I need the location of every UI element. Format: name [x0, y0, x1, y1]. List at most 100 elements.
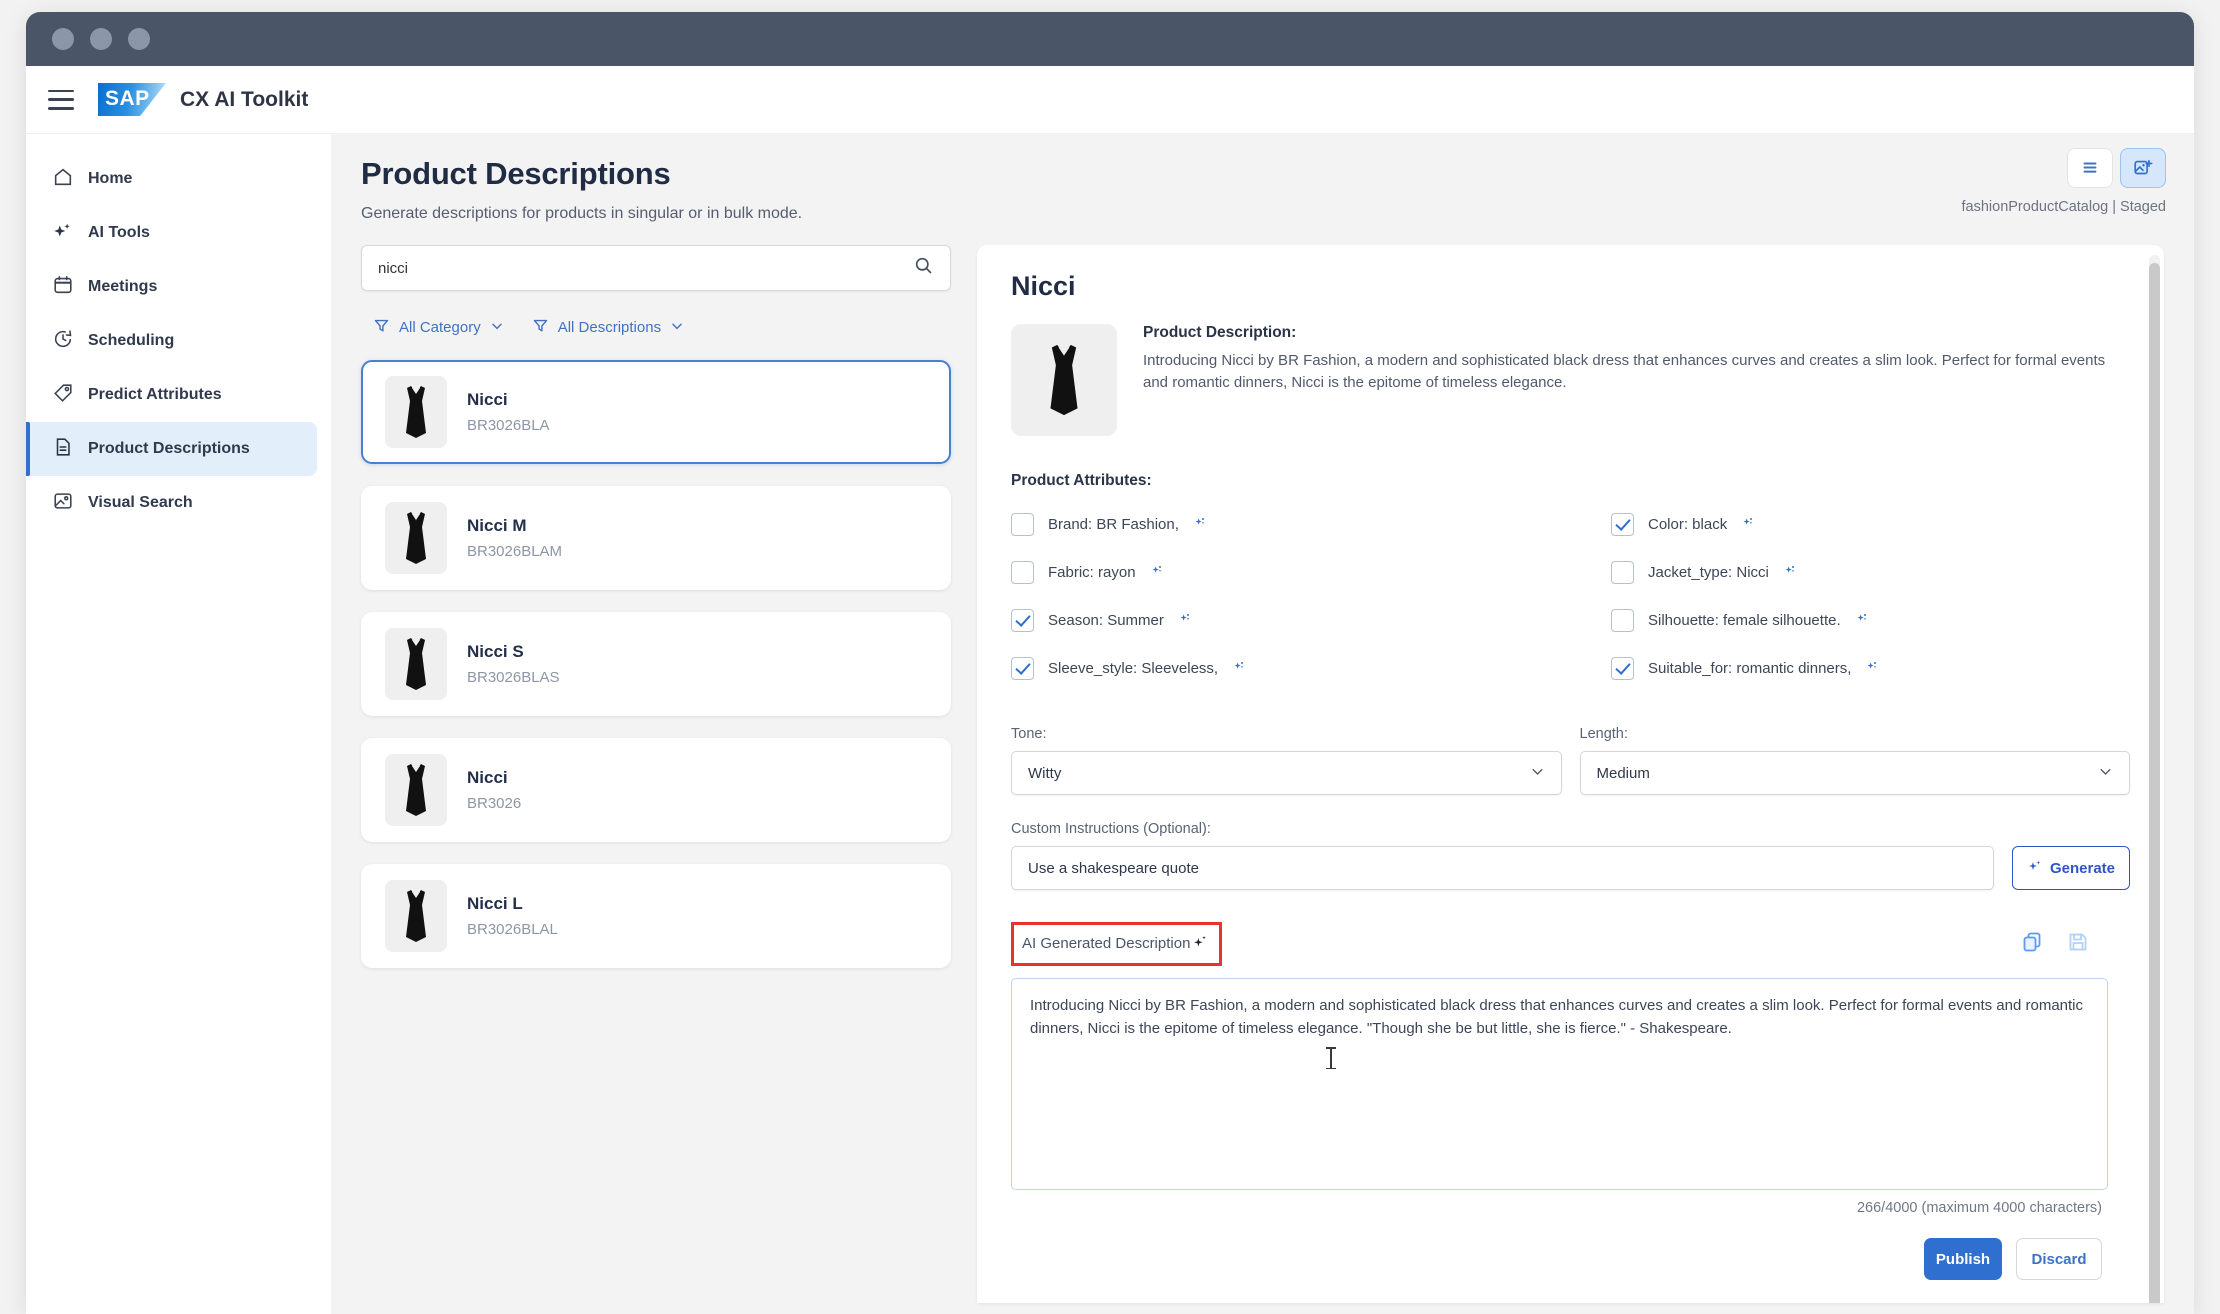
minimize-dot[interactable] [90, 28, 112, 50]
character-count: 266/4000 (maximum 4000 characters) [1856, 1200, 2102, 1216]
sparkle-icon[interactable] [1855, 610, 1870, 630]
attribute-label: Suitable_for: romantic dinners, [1648, 659, 1852, 677]
page-subtitle: Generate descriptions for products in si… [361, 205, 803, 222]
document-icon [52, 436, 74, 463]
dress-thumbnail [385, 628, 447, 700]
search-icon[interactable] [913, 255, 934, 281]
sparkle-icon[interactable] [1232, 658, 1247, 678]
sparkle-icon[interactable] [1193, 514, 1208, 534]
sidebar-item-scheduling[interactable]: Scheduling [26, 314, 317, 368]
app-title: CX AI Toolkit [180, 87, 309, 111]
discard-button[interactable]: Discard [2016, 1238, 2102, 1280]
clock-refresh-icon [52, 328, 74, 355]
sidebar-item-predict-attributes[interactable]: Predict Attributes [26, 368, 317, 422]
tag-icon [52, 382, 74, 409]
attribute-jacket-type[interactable]: Jacket_type: Nicci [1611, 548, 2130, 596]
sidebar-item-visual-search[interactable]: Visual Search [26, 476, 317, 530]
attribute-checkbox[interactable] [1011, 560, 1034, 584]
sidebar-item-product-descriptions[interactable]: Product Descriptions [26, 422, 317, 476]
attribute-sleeve-style[interactable]: Sleeve_style: Sleeveless, [1011, 644, 1611, 692]
sidebar-item-meetings[interactable]: Meetings [26, 260, 317, 314]
save-icon[interactable] [2066, 930, 2090, 959]
menu-icon[interactable] [48, 89, 74, 110]
filter-label: All Descriptions [557, 319, 662, 336]
product-search[interactable] [361, 245, 951, 291]
attribute-silhouette[interactable]: Silhouette: female silhouette. [1611, 596, 2130, 644]
length-value: Medium [1596, 764, 1650, 782]
sparkle-icon[interactable] [1865, 658, 1880, 678]
filter-all-category[interactable]: All Category [373, 317, 504, 338]
detail-actions: Publish Discard [1011, 1238, 2102, 1280]
attribute-checkbox[interactable] [1611, 560, 1634, 584]
product-search-input[interactable] [378, 259, 913, 277]
publish-button[interactable]: Publish [1924, 1238, 2002, 1280]
sidebar-item-ai-tools[interactable]: AI Tools [26, 206, 317, 260]
product-card[interactable]: Nicci BR3026BLA [361, 360, 951, 464]
sparkle-icon [2027, 858, 2043, 878]
attribute-checkbox[interactable] [1611, 512, 1634, 536]
ai-generated-textarea[interactable]: Introducing Nicci by BR Fashion, a moder… [1011, 978, 2108, 1190]
tone-field: Tone: Witty [1011, 726, 1562, 795]
scrollbar-thumb[interactable] [2149, 263, 2160, 1303]
sparkle-icon[interactable] [1178, 610, 1193, 630]
attribute-checkbox[interactable] [1011, 656, 1034, 680]
length-label: Length: [1579, 726, 1628, 742]
catalog-tag: fashionProductCatalog | Staged [1961, 199, 2167, 215]
tone-label: Tone: [1011, 726, 1047, 742]
product-card[interactable]: Nicci S BR3026BLAS [361, 612, 951, 716]
attribute-checkbox[interactable] [1011, 512, 1034, 536]
sap-logo: SAP [98, 83, 166, 116]
filter-all-descriptions[interactable]: All Descriptions [532, 317, 684, 338]
attribute-checkbox[interactable] [1611, 608, 1634, 632]
sidebar-label: Visual Search [88, 494, 193, 511]
product-card[interactable]: Nicci BR3026 [361, 738, 951, 842]
product-card[interactable]: Nicci M BR3026BLAM [361, 486, 951, 590]
close-dot[interactable] [52, 28, 74, 50]
dress-thumbnail [385, 376, 447, 448]
dress-thumbnail [385, 754, 447, 826]
card-view-button[interactable] [2120, 148, 2166, 188]
generate-button[interactable]: Generate [2012, 846, 2130, 890]
sparkle-icon[interactable] [1150, 562, 1165, 582]
tone-select[interactable]: Witty [1011, 751, 1562, 795]
attribute-label: Silhouette: female silhouette. [1648, 611, 1841, 629]
sidebar: Home AI Tools Meetings Scheduling Predic… [26, 134, 331, 1314]
attribute-checkbox[interactable] [1011, 608, 1034, 632]
product-name: Nicci [467, 390, 508, 409]
product-code: BR3026 [467, 795, 522, 812]
product-cards: Nicci BR3026BLA Nicci M BR3026BLAM Nicci… [361, 360, 951, 968]
dress-thumbnail-large [1011, 324, 1117, 436]
tone-value: Witty [1028, 764, 1062, 782]
sparkle-icon [52, 220, 74, 247]
attribute-brand[interactable]: Brand: BR Fashion, [1011, 500, 1611, 548]
custom-instructions-field: Custom Instructions (Optional): Generate [1011, 821, 2130, 890]
list-icon [2083, 162, 2097, 173]
attribute-label: Jacket_type: Nicci [1648, 563, 1769, 581]
attribute-checkbox[interactable] [1611, 656, 1634, 680]
length-select[interactable]: Medium [1579, 751, 2130, 795]
attribute-label: Color: black [1648, 515, 1728, 533]
dress-thumbnail [385, 880, 447, 952]
product-summary-row: Product Description: Introducing Nicci b… [1011, 324, 2130, 436]
custom-instructions-label: Custom Instructions (Optional): [1011, 821, 1211, 837]
sparkle-icon[interactable] [1741, 514, 1756, 534]
ai-generated-text: Introducing Nicci by BR Fashion, a moder… [1030, 997, 2084, 1037]
detail-title: Nicci [1011, 271, 1076, 301]
chevron-down-icon [490, 319, 504, 337]
product-name: Nicci M [467, 516, 527, 535]
generate-label: Generate [2049, 859, 2116, 877]
view-toggle-group [2067, 148, 2166, 188]
attribute-suitable-for[interactable]: Suitable_for: romantic dinners, [1611, 644, 2130, 692]
sparkle-icon[interactable] [1783, 562, 1798, 582]
product-description-text: Introducing Nicci by BR Fashion, a moder… [1143, 352, 2106, 391]
list-view-button[interactable] [2067, 148, 2113, 188]
product-card[interactable]: Nicci L BR3026BLAL [361, 864, 951, 968]
attribute-season[interactable]: Season: Summer [1011, 596, 1611, 644]
maximize-dot[interactable] [128, 28, 150, 50]
copy-icon[interactable] [2020, 930, 2044, 959]
attribute-color[interactable]: Color: black [1611, 500, 2130, 548]
custom-instructions-input[interactable] [1011, 846, 1994, 890]
sidebar-item-home[interactable]: Home [26, 152, 317, 206]
ai-label-text: AI Generated Description [1022, 935, 1191, 952]
attribute-fabric[interactable]: Fabric: rayon [1011, 548, 1611, 596]
